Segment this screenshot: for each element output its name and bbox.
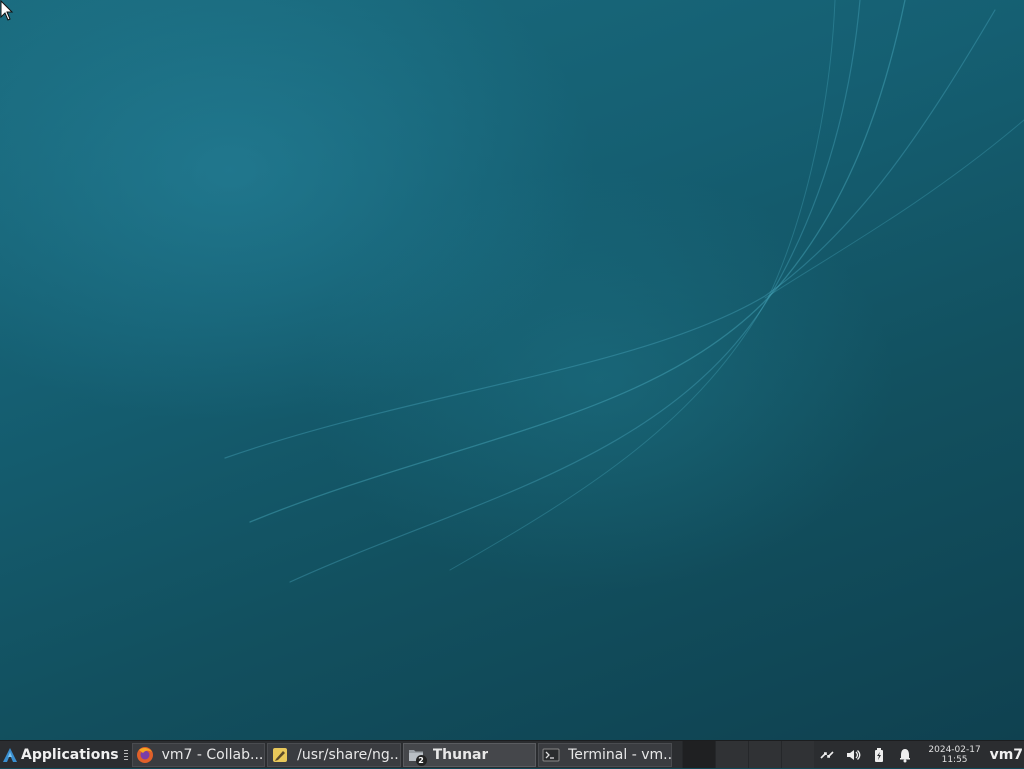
workspace-4[interactable] xyxy=(780,740,814,768)
battery-icon[interactable] xyxy=(870,746,888,764)
applications-menu-button[interactable]: Applications xyxy=(0,741,121,769)
clock[interactable]: 2024-02-17 11:55 xyxy=(926,745,984,765)
desktop-wallpaper[interactable] xyxy=(0,0,1024,740)
wallpaper-curves xyxy=(224,0,1024,583)
system-tray: 2024-02-17 11:55 vm7 xyxy=(814,741,1024,769)
workspace-1[interactable] xyxy=(681,740,715,768)
panel-separator xyxy=(123,749,128,760)
text-editor-icon xyxy=(271,746,289,764)
workspace-switcher xyxy=(681,740,814,769)
task-button-thunar[interactable]: 2 Thunar xyxy=(402,742,537,767)
user-hostname-label[interactable]: vm7 xyxy=(990,747,1023,763)
notification-bell-icon[interactable] xyxy=(896,746,914,764)
clock-date: 2024-02-17 xyxy=(928,744,981,755)
taskbar-panel: Applications vm7 - Collab... /usr/share/… xyxy=(0,740,1024,768)
task-label: /usr/share/ng... xyxy=(297,746,400,763)
volume-icon[interactable] xyxy=(844,746,862,764)
clock-time: 11:55 xyxy=(941,754,968,765)
mouse-pointer-icon xyxy=(0,0,14,21)
network-icon[interactable] xyxy=(818,746,836,764)
folder-icon: 2 xyxy=(407,746,427,766)
task-label: Terminal - vm... xyxy=(568,746,671,763)
task-button-terminal[interactable]: Terminal - vm... xyxy=(538,742,672,767)
task-label: Thunar xyxy=(432,746,489,763)
window-count-badge: 2 xyxy=(415,754,427,766)
firefox-icon xyxy=(136,746,154,764)
task-button-text-editor[interactable]: /usr/share/ng... xyxy=(267,742,401,767)
task-button-firefox[interactable]: vm7 - Collab... xyxy=(131,742,266,767)
terminal-icon xyxy=(542,746,560,764)
workspace-2[interactable] xyxy=(714,740,748,768)
applications-menu-label: Applications xyxy=(21,746,119,763)
app-menu-logo-icon xyxy=(3,747,17,762)
workspace-3[interactable] xyxy=(747,740,781,768)
task-label: vm7 - Collab... xyxy=(161,746,264,763)
